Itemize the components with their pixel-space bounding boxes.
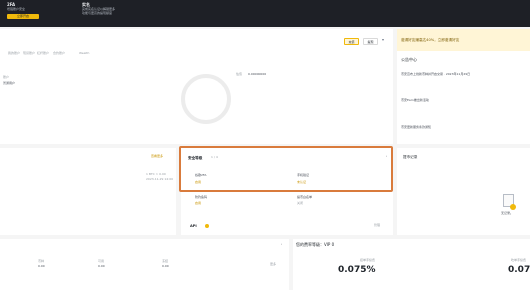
- user-line-1: 账户: [3, 75, 10, 79]
- security-item-whitelist-action[interactable]: 关闭: [297, 201, 303, 206]
- maker-fee-rate: 0.075%: [338, 265, 376, 275]
- announcement-item[interactable]: 币安更新服务条款通知: [401, 125, 431, 130]
- feature-2fa-desc: 增强账户安全: [7, 7, 26, 11]
- records-title: 提币记录: [403, 155, 418, 159]
- tab-wealth[interactable]: Wealth: [79, 51, 89, 56]
- maker-fee-label: 挂单手续费: [360, 258, 376, 262]
- announcement-item[interactable]: 币安宣布上线新币种并开启交易 · 2023年11月29日: [401, 72, 470, 77]
- recent-activity-panel: 查看更多 1 BTC ≈ 0.00 2023-11-29 14:00: [0, 148, 176, 235]
- api-status-icon: [205, 224, 209, 228]
- view-more-link[interactable]: 查看更多: [151, 154, 163, 159]
- user-line-2: 普通用户: [3, 81, 16, 85]
- security-item-whitelist-label: 提币白名单: [297, 195, 313, 199]
- cell-value: 0.00: [98, 264, 105, 268]
- empty-badge-icon: [510, 204, 516, 210]
- balance-value: 0.00000000: [248, 72, 267, 76]
- fee-tier-title: 您的费率等级：VIP 0: [296, 242, 335, 247]
- api-manage-link[interactable]: 管理: [374, 223, 380, 228]
- chevron-right-icon[interactable]: ›: [281, 242, 282, 247]
- referral-banner-text[interactable]: 邀请好友赚高达40%，立即邀请好友: [401, 38, 459, 42]
- records-panel: 提币记录 无记录。: [397, 148, 530, 235]
- promo-bar: 2FA 增强账户安全 立即开启 实名 完成实名认证以解锁更多 功能与更高的提现额…: [0, 0, 530, 27]
- asset-ring-chart: [181, 74, 231, 124]
- taker-fee-rate: 0.075%: [508, 265, 530, 275]
- deposit-button[interactable]: 充值: [344, 38, 359, 45]
- tab-my-account[interactable]: 我的账户: [8, 51, 20, 56]
- more-link[interactable]: 更多: [270, 262, 276, 267]
- fee-panel: 您的费率等级：VIP 0 挂单手续费 0.075% 吃单手续费 0.075%: [293, 239, 530, 290]
- security-item-antiphishing-action[interactable]: 启用: [195, 201, 201, 206]
- records-empty-text: 无记录。: [501, 211, 514, 215]
- announcement-item[interactable]: 币安Earn推出新活动: [401, 98, 429, 103]
- withdraw-button[interactable]: 提现: [363, 38, 378, 45]
- feature-kyc-desc-2: 功能与更高的提现额度: [82, 11, 113, 15]
- balance-label: 估值: [236, 72, 243, 76]
- chevron-down-icon[interactable]: ▾: [382, 37, 384, 43]
- referral-banner[interactable]: 邀请好友赚高达40%，立即邀请好友: [397, 29, 530, 51]
- enable-2fa-button[interactable]: 立即开启: [7, 14, 39, 19]
- cell-value: 0.00: [38, 264, 45, 268]
- tab-spot[interactable]: 现货账户: [23, 51, 35, 56]
- tab-margin[interactable]: 杠杆账户: [37, 51, 49, 56]
- taker-fee-label: 吃单手续费: [511, 258, 527, 262]
- balances-panel: › 币种 可用 冻结 0.00 0.00 0.00 更多: [0, 239, 289, 290]
- tab-futures[interactable]: 合约账户: [53, 51, 65, 56]
- activity-time: 2023-11-29 14:00: [146, 177, 174, 181]
- account-overview-panel: 我的账户 现货账户 杠杆账户 合约账户 Wealth 充值 提现 ▾ 账户 普通…: [0, 29, 393, 144]
- announcements-title: 公告中心: [401, 57, 417, 62]
- cell-value: 0.00: [162, 264, 169, 268]
- security-item-antiphishing-label: 防钓鱼码: [195, 195, 208, 199]
- security-highlight-box: [179, 146, 393, 192]
- api-label: API: [190, 224, 197, 228]
